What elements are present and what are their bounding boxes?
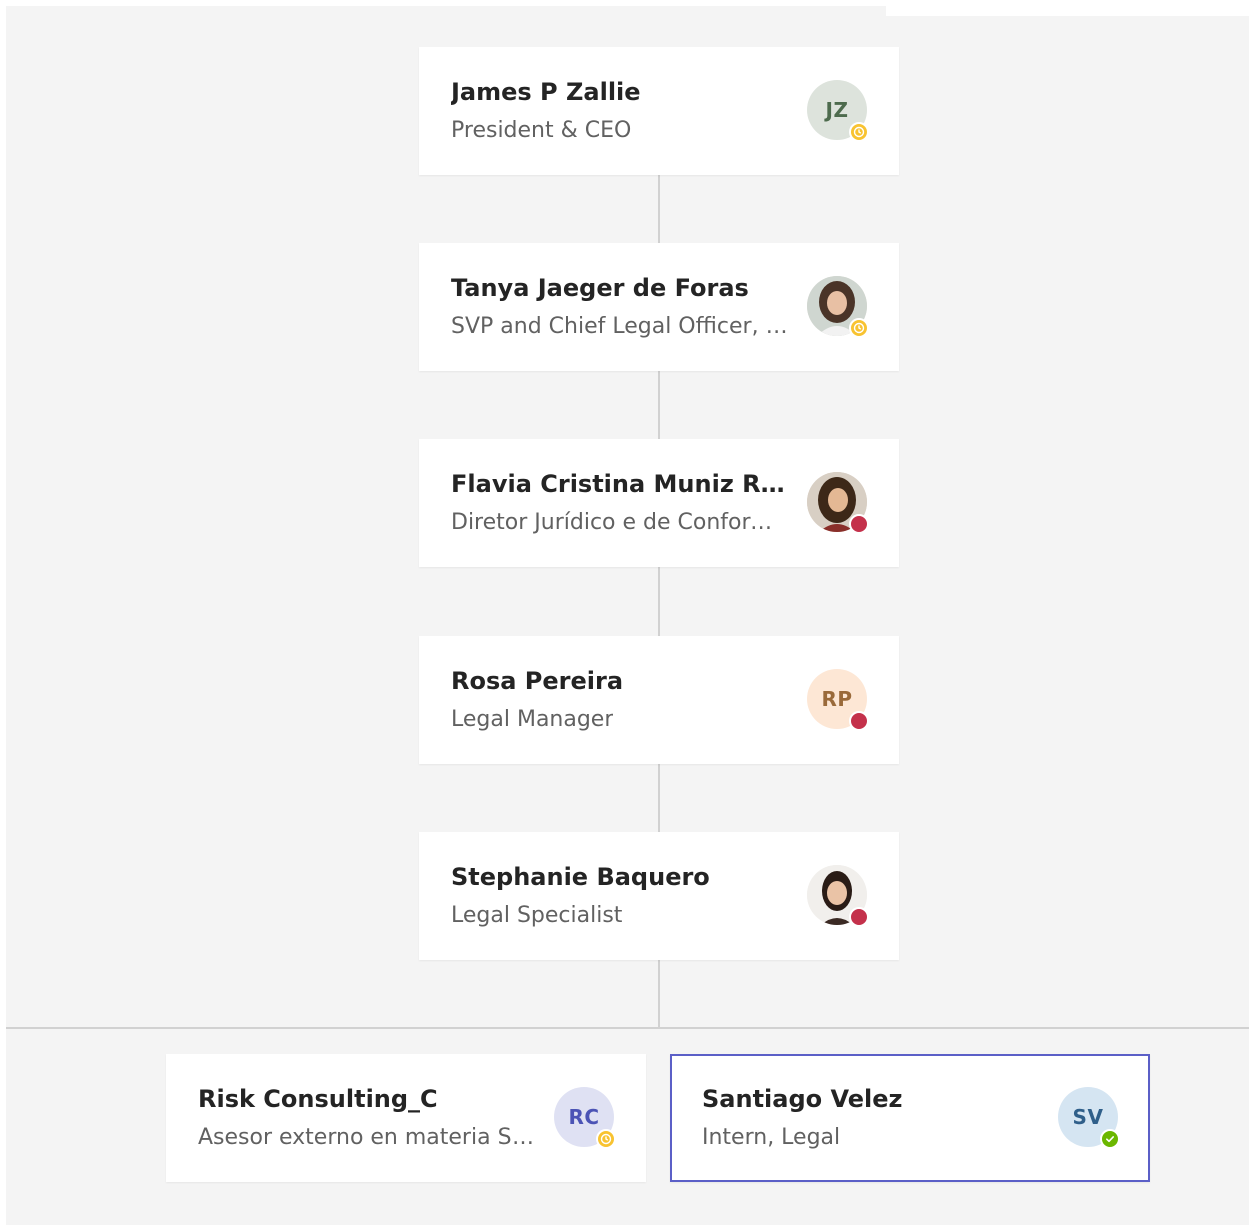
avatar[interactable]: SV — [1058, 1087, 1120, 1149]
person-name: Risk Consulting_C — [198, 1085, 438, 1113]
connector-line — [658, 763, 660, 832]
org-card-risk-consulting[interactable]: Risk Consulting_C Asesor externo en mate… — [166, 1054, 646, 1182]
org-card-flavia-muniz[interactable]: Flavia Cristina Muniz Ri... Diretor Jurí… — [419, 439, 899, 567]
avatar[interactable]: RC — [554, 1087, 616, 1149]
org-card-james-zallie[interactable]: James P Zallie President & CEO JZ — [419, 47, 899, 175]
person-name: James P Zallie — [451, 78, 641, 106]
connector-line — [658, 567, 660, 636]
person-title: Asesor externo en materia SA... — [198, 1125, 538, 1150]
person-name: Stephanie Baquero — [451, 863, 710, 891]
person-name: Rosa Pereira — [451, 667, 624, 695]
presence-busy-icon — [849, 711, 869, 731]
presence-away-icon — [849, 122, 869, 142]
direct-reports-divider — [6, 1027, 1249, 1029]
person-title: SVP and Chief Legal Officer, C... — [451, 314, 791, 339]
org-card-santiago-velez[interactable]: Santiago Velez Intern, Legal SV — [670, 1054, 1150, 1182]
avatar[interactable]: JZ — [807, 80, 869, 142]
person-title: Legal Manager — [451, 707, 614, 732]
connector-line — [658, 370, 660, 439]
presence-available-icon — [1100, 1129, 1120, 1149]
presence-away-icon — [596, 1129, 616, 1149]
org-card-stephanie-baquero[interactable]: Stephanie Baquero Legal Specialist — [419, 832, 899, 960]
presence-busy-icon — [849, 514, 869, 534]
avatar-photo[interactable] — [807, 472, 869, 534]
person-name: Flavia Cristina Muniz Ri... — [451, 470, 791, 498]
person-title: Diretor Jurídico e de Conform... — [451, 510, 791, 535]
connector-line — [658, 174, 660, 243]
avatar-photo[interactable] — [807, 276, 869, 338]
org-card-tanya-jaeger[interactable]: Tanya Jaeger de Foras SVP and Chief Lega… — [419, 243, 899, 371]
connector-line — [658, 959, 660, 1029]
avatar-initials: RC — [568, 1105, 600, 1129]
person-title: Intern, Legal — [702, 1125, 841, 1150]
top-edge-notch — [886, 6, 1249, 16]
person-name: Santiago Velez — [702, 1085, 903, 1113]
avatar-initials: RP — [821, 687, 853, 711]
avatar-photo[interactable] — [807, 865, 869, 927]
avatar[interactable]: RP — [807, 669, 869, 731]
org-chart-canvas: James P Zallie President & CEO JZ Tanya … — [6, 6, 1249, 1225]
person-name: Tanya Jaeger de Foras — [451, 274, 749, 302]
presence-busy-icon — [849, 907, 869, 927]
org-card-rosa-pereira[interactable]: Rosa Pereira Legal Manager RP — [419, 636, 899, 764]
avatar-initials: JZ — [825, 98, 849, 122]
person-title: President & CEO — [451, 118, 632, 143]
presence-away-icon — [849, 318, 869, 338]
person-title: Legal Specialist — [451, 903, 623, 928]
avatar-initials: SV — [1072, 1105, 1104, 1129]
